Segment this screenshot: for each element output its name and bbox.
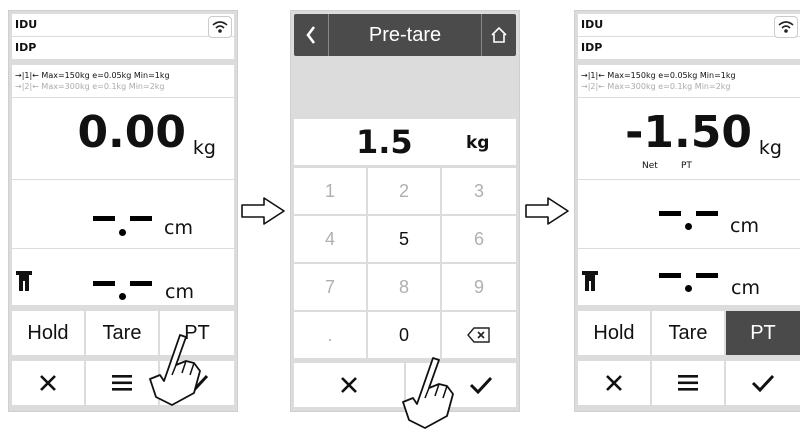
hand-pointer-icon (149, 334, 201, 406)
height-rod-icon (582, 271, 598, 295)
header-panel: IDU IDP (12, 14, 234, 59)
height-unit: cm (165, 281, 194, 303)
key-1: 1 (294, 168, 366, 214)
range-2: →|2|← Max=300kg e=0.1kg Min=2kg (15, 82, 165, 91)
menu-button[interactable] (652, 361, 724, 405)
key-0[interactable]: 0 (368, 312, 440, 358)
confirm-button[interactable] (726, 361, 800, 405)
check-icon (469, 376, 493, 394)
key-3: 3 (442, 168, 516, 214)
height-rod-icon (16, 271, 32, 295)
device-screen-pretare: Pre-tare 1.5 kg 1 2 3 4 5 6 7 8 9 . 0 (290, 10, 520, 429)
range-2: →|2|← Max=300kg e=0.1kg Min=2kg (581, 82, 731, 91)
key-7: 7 (294, 264, 366, 310)
back-button[interactable] (294, 14, 329, 56)
range-info: →|1|← Max=150kg e=0.05kg Min=1kg →|2|← M… (578, 65, 800, 92)
entry-unit: kg (466, 133, 490, 153)
key-4: 4 (294, 216, 366, 262)
wifi-icon[interactable] (774, 16, 798, 38)
function-buttons: Hold Tare PT (578, 311, 800, 355)
device-screen-before: IDU IDP →|1|← Max=150kg e=0.05kg Min=1kg… (8, 10, 238, 412)
entry-display: 1.5 kg (294, 119, 516, 165)
backspace-icon (467, 327, 490, 343)
pt-indicator: PT (681, 161, 692, 171)
check-icon (751, 374, 775, 392)
idu-label: IDU (578, 14, 800, 37)
key-9: 9 (442, 264, 516, 310)
idp-label: IDP (15, 41, 37, 54)
entry-value: 1.5 (356, 123, 413, 161)
back-icon (306, 26, 316, 44)
key-5[interactable]: 5 (368, 216, 440, 262)
length-unit: cm (164, 217, 193, 239)
tare-button[interactable]: Tare (652, 311, 724, 355)
backspace-button[interactable] (442, 312, 516, 358)
cancel-button[interactable] (294, 363, 404, 407)
header-panel: IDU IDP (578, 14, 800, 59)
key-6: 6 (442, 216, 516, 262)
home-button[interactable] (481, 14, 516, 56)
wifi-icon[interactable] (208, 16, 232, 38)
home-icon (491, 26, 507, 43)
idu-label: IDU (12, 14, 234, 37)
right-arrow-icon (525, 197, 569, 225)
hand-pointer-icon (402, 357, 454, 429)
close-button[interactable] (578, 361, 650, 405)
right-arrow-icon (241, 197, 285, 225)
close-icon (40, 375, 56, 391)
menu-icon (678, 375, 698, 391)
height-unit: cm (731, 277, 760, 299)
key-8: 8 (368, 264, 440, 310)
close-button[interactable] (12, 361, 84, 405)
range-info: →|1|← Max=150kg e=0.05kg Min=1kg →|2|← M… (12, 65, 234, 92)
net-indicator: Net (642, 161, 658, 171)
display-panel: →|1|← Max=150kg e=0.05kg Min=1kg →|2|← M… (578, 65, 800, 305)
key-2: 2 (368, 168, 440, 214)
weight-value: -1.50 (625, 107, 752, 158)
length-unit: cm (730, 215, 759, 237)
close-icon (341, 377, 357, 393)
range-1: →|1|← Max=150kg e=0.05kg Min=1kg (581, 71, 736, 80)
hold-button[interactable]: Hold (578, 311, 650, 355)
pt-button[interactable]: PT (726, 311, 800, 355)
device-screen-after: IDU IDP →|1|← Max=150kg e=0.05kg Min=1kg… (574, 10, 800, 412)
range-1: →|1|← Max=150kg e=0.05kg Min=1kg (15, 71, 170, 80)
close-icon (606, 375, 622, 391)
key-decimal: . (294, 312, 366, 358)
weight-value: 0.00 (77, 107, 186, 158)
page-title: Pre-tare (368, 24, 442, 46)
weight-unit: kg (758, 137, 782, 159)
display-panel: →|1|← Max=150kg e=0.05kg Min=1kg →|2|← M… (12, 65, 234, 305)
weight-unit: kg (192, 137, 216, 159)
hold-button[interactable]: Hold (12, 311, 84, 355)
idp-label: IDP (581, 41, 603, 54)
title-bar: Pre-tare (294, 14, 516, 56)
menu-icon (112, 375, 132, 391)
